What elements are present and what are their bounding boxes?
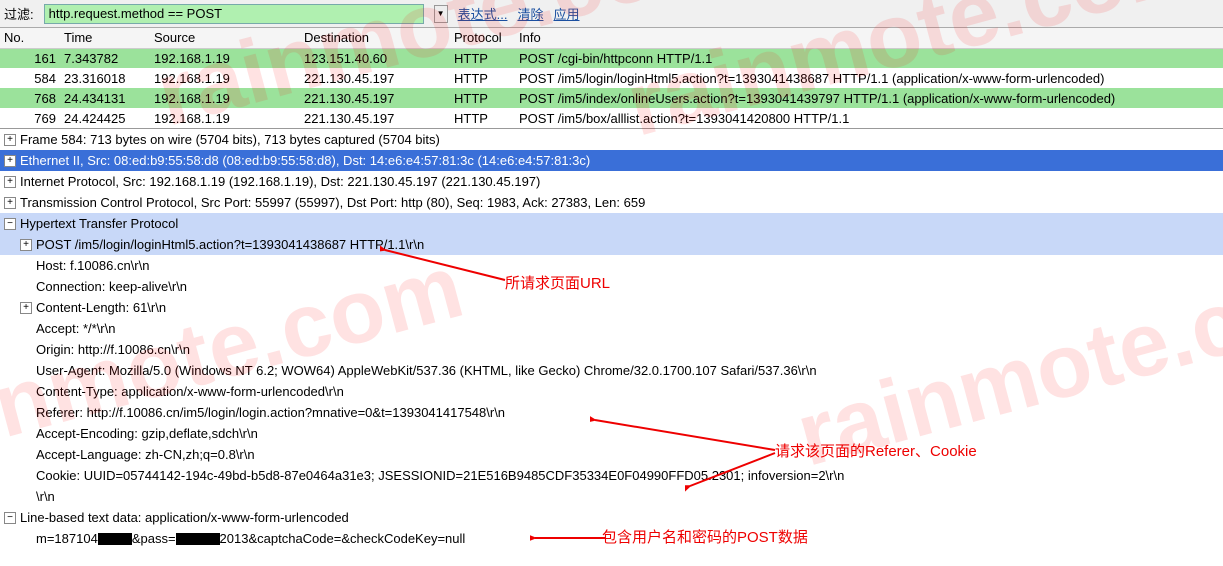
tree-crlf[interactable]: \r\n bbox=[0, 486, 1223, 507]
expand-icon[interactable]: + bbox=[20, 239, 32, 251]
col-dest[interactable]: Destination bbox=[300, 28, 450, 48]
expand-icon[interactable]: + bbox=[4, 176, 16, 188]
dropdown-icon[interactable]: ▼ bbox=[434, 5, 448, 23]
expression-link[interactable]: 表达式... bbox=[458, 4, 508, 23]
tree-accept[interactable]: Accept: */*\r\n bbox=[0, 318, 1223, 339]
expand-icon[interactable]: + bbox=[4, 155, 16, 167]
expand-icon[interactable]: + bbox=[4, 134, 16, 146]
tree-cookie[interactable]: Cookie: UUID=05744142-194c-49bd-b5d8-87e… bbox=[0, 465, 1223, 486]
tree-host[interactable]: Host: f.10086.cn\r\n bbox=[0, 255, 1223, 276]
expand-icon[interactable]: + bbox=[4, 197, 16, 209]
table-row[interactable]: 58423.316018192.168.1.19221.130.45.197HT… bbox=[0, 68, 1223, 88]
tree-user-agent[interactable]: User-Agent: Mozilla/5.0 (Windows NT 6.2;… bbox=[0, 360, 1223, 381]
tree-connection[interactable]: Connection: keep-alive\r\n bbox=[0, 276, 1223, 297]
table-row[interactable]: 76924.424425192.168.1.19221.130.45.197HT… bbox=[0, 108, 1223, 128]
filter-input[interactable] bbox=[44, 4, 424, 24]
tree-origin[interactable]: Origin: http://f.10086.cn\r\n bbox=[0, 339, 1223, 360]
apply-link[interactable]: 应用 bbox=[553, 4, 579, 23]
collapse-icon[interactable]: − bbox=[4, 512, 16, 524]
expand-icon[interactable]: + bbox=[20, 302, 32, 314]
tree-ip[interactable]: +Internet Protocol, Src: 192.168.1.19 (1… bbox=[0, 171, 1223, 192]
tree-content-length[interactable]: +Content-Length: 61\r\n bbox=[0, 297, 1223, 318]
col-info[interactable]: Info bbox=[515, 28, 1223, 48]
col-no[interactable]: No. bbox=[0, 28, 60, 48]
tree-request-line[interactable]: +POST /im5/login/loginHtml5.action?t=139… bbox=[0, 234, 1223, 255]
filter-toolbar: 过滤: ▼ 表达式... 清除 应用 bbox=[0, 0, 1223, 28]
packet-table[interactable]: No. Time Source Destination Protocol Inf… bbox=[0, 28, 1223, 128]
col-time[interactable]: Time bbox=[60, 28, 150, 48]
table-row[interactable]: 76824.434131192.168.1.19221.130.45.197HT… bbox=[0, 88, 1223, 108]
tree-content-type[interactable]: Content-Type: application/x-www-form-url… bbox=[0, 381, 1223, 402]
filter-label: 过滤: bbox=[4, 4, 34, 23]
tree-line-based-data[interactable]: −Line-based text data: application/x-www… bbox=[0, 507, 1223, 528]
tree-accept-language[interactable]: Accept-Language: zh-CN,zh;q=0.8\r\n bbox=[0, 444, 1223, 465]
packet-detail-pane: +Frame 584: 713 bytes on wire (5704 bits… bbox=[0, 128, 1223, 549]
tree-http[interactable]: −Hypertext Transfer Protocol bbox=[0, 213, 1223, 234]
tree-accept-encoding[interactable]: Accept-Encoding: gzip,deflate,sdch\r\n bbox=[0, 423, 1223, 444]
col-proto[interactable]: Protocol bbox=[450, 28, 515, 48]
col-source[interactable]: Source bbox=[150, 28, 300, 48]
tree-ethernet[interactable]: +Ethernet II, Src: 08:ed:b9:55:58:d8 (08… bbox=[0, 150, 1223, 171]
tree-referer[interactable]: Referer: http://f.10086.cn/im5/login/log… bbox=[0, 402, 1223, 423]
tree-frame[interactable]: +Frame 584: 713 bytes on wire (5704 bits… bbox=[0, 129, 1223, 150]
clear-link[interactable]: 清除 bbox=[517, 4, 543, 23]
tree-post-data[interactable]: m=187104&pass=2013&captchaCode=&checkCod… bbox=[0, 528, 1223, 549]
table-row[interactable]: 1617.343782192.168.1.19123.151.40.60HTTP… bbox=[0, 48, 1223, 68]
collapse-icon[interactable]: − bbox=[4, 218, 16, 230]
tree-tcp[interactable]: +Transmission Control Protocol, Src Port… bbox=[0, 192, 1223, 213]
